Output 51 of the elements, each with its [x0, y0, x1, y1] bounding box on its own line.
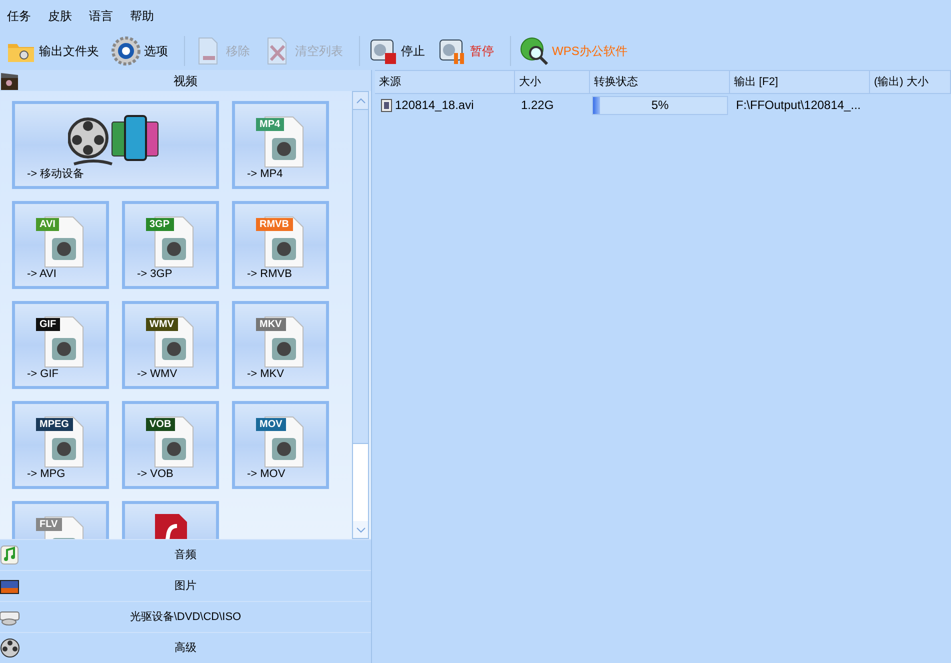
format-badge: WMV	[146, 318, 178, 331]
table-cell-text: 1.22G	[520, 97, 555, 114]
menu-item[interactable]: 任务	[7, 7, 31, 25]
column-header[interactable]: 来源	[375, 71, 515, 93]
format-badge: RMVB	[256, 218, 293, 231]
format-tile[interactable]: -> 移动设备	[12, 101, 219, 189]
toolbar-button[interactable]: 选项	[109, 36, 170, 66]
format-tile[interactable]: MOV -> MOV	[232, 401, 329, 489]
toolbar-button[interactable]: 输出文件夹	[4, 36, 101, 66]
format-tile[interactable]: GIF -> GIF	[12, 301, 109, 389]
table-cell-text: 120814_18.avi	[395, 97, 474, 114]
category-header[interactable]: 图片	[20, 578, 371, 594]
clapperboard-icon	[0, 70, 20, 90]
format-badge: VOB	[146, 418, 176, 431]
menu-item[interactable]: 语言	[89, 7, 113, 25]
format-tile[interactable]: MKV -> MKV	[232, 301, 329, 389]
category-header[interactable]: 音频	[20, 546, 371, 564]
scroll-thumb[interactable]	[353, 109, 368, 444]
music-note-icon	[0, 545, 20, 565]
gear-icon	[111, 36, 141, 66]
format-badge: MKV	[256, 318, 286, 331]
format-badge: AVI	[36, 218, 60, 231]
table-cell-text: F:\FFOutput\120814_...	[735, 97, 862, 114]
format-tile[interactable]: RMVB -> RMVB	[232, 201, 329, 289]
format-tile[interactable]: VOB -> VOB	[122, 401, 219, 489]
format-tile[interactable]: WMV -> WMV	[122, 301, 219, 389]
progress-text: 5%	[651, 97, 669, 114]
scrollbar[interactable]	[352, 91, 369, 539]
column-header[interactable]: 转换状态	[590, 71, 730, 93]
format-tile[interactable]: FLV	[12, 501, 109, 539]
format-tile[interactable]: MP4 -> MP4	[232, 101, 329, 189]
menu-item[interactable]: 帮助	[130, 7, 154, 25]
film-reel-icon	[0, 638, 20, 658]
column-header[interactable]: 输出 [F2]	[730, 71, 870, 93]
format-badge: MPEG	[36, 418, 73, 431]
format-badge: MP4	[256, 118, 284, 131]
format-tile[interactable]: 3GP -> 3GP	[122, 201, 219, 289]
video-file-icon	[381, 98, 392, 112]
category-header[interactable]: 光驱设备\DVD\CD\ISO	[20, 608, 371, 626]
format-badge: GIF	[36, 318, 60, 331]
toolbar-button[interactable]: 停止	[366, 36, 427, 66]
format-tile[interactable]: AVI -> AVI	[12, 201, 109, 289]
globe-magnifier-icon	[519, 36, 549, 66]
column-header[interactable]: 大小	[515, 71, 590, 93]
column-header[interactable]: (输出) 大小	[870, 71, 951, 93]
format-badge: 3GP	[146, 218, 174, 231]
category-header[interactable]: 高级	[20, 640, 371, 656]
format-tile[interactable]: MPEG -> MPG	[12, 401, 109, 489]
menu-item[interactable]: 皮肤	[48, 7, 72, 25]
format-badge: FLV	[36, 518, 62, 531]
format-badge: MOV	[256, 418, 286, 431]
